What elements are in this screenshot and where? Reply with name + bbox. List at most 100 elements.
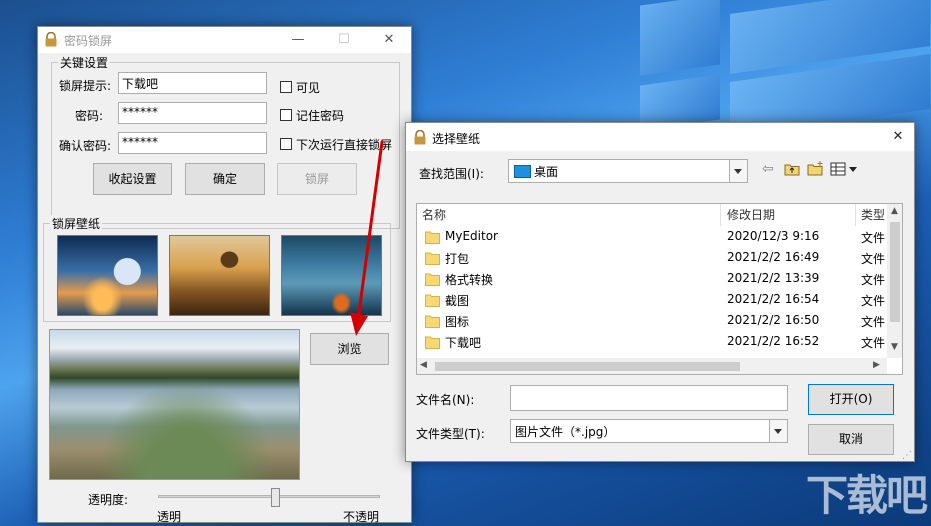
look-in-combobox[interactable]: 桌面 xyxy=(508,159,748,183)
file-date: 2021/2/2 16:54 xyxy=(727,292,820,306)
visible-label: 可见 xyxy=(296,81,321,95)
remember-password-checkbox[interactable] xyxy=(280,109,292,121)
wallpaper-thumbnail-tree[interactable] xyxy=(169,235,270,316)
opacity-max-label: 不透明 xyxy=(343,510,380,524)
lock-window-titlebar[interactable]: 密码锁屏 — ☐ ✕ xyxy=(38,27,411,53)
look-in-label: 查找范围(I): xyxy=(419,167,484,181)
folder-icon xyxy=(425,252,440,265)
opacity-slider-thumb[interactable] xyxy=(270,488,280,507)
file-name: 下载吧 xyxy=(445,336,482,350)
file-name: 打包 xyxy=(445,252,470,266)
wallpaper-pane xyxy=(640,0,720,76)
close-icon[interactable]: ✕ xyxy=(888,128,908,146)
file-row[interactable]: 图标 2021/2/2 16:50 文件 xyxy=(417,311,887,332)
maximize-button[interactable]: ☐ xyxy=(334,31,354,49)
scrollbar-thumb[interactable] xyxy=(435,362,740,371)
lock-icon xyxy=(45,32,57,47)
file-name-label: 文件名(N): xyxy=(416,393,475,407)
password-input[interactable]: ****** xyxy=(118,102,267,124)
column-divider xyxy=(855,204,856,226)
key-settings-title: 关键设置 xyxy=(58,54,111,71)
wallpaper-group-title: 锁屏壁纸 xyxy=(50,215,103,232)
lock-icon xyxy=(414,130,426,145)
opacity-slider-track[interactable] xyxy=(158,495,380,498)
file-row[interactable]: 打包 2021/2/2 16:49 文件 xyxy=(417,248,887,269)
sort-ascending-icon: ^ xyxy=(563,203,572,210)
file-row[interactable]: 下载吧 2021/2/2 16:52 文件 xyxy=(417,332,887,353)
file-row[interactable]: MyEditor 2020/12/3 9:16 文件 xyxy=(417,227,887,248)
column-header-name[interactable]: 名称 xyxy=(422,204,446,226)
file-date: 2021/2/2 16:50 xyxy=(727,313,820,327)
file-dialog: 选择壁纸 ✕ 查找范围(I): 桌面 ⇦ 名称 ^ 修改日期 类型 MyEdit… xyxy=(405,122,915,462)
annotation-arrow xyxy=(350,140,384,336)
file-date: 2020/12/3 9:16 xyxy=(727,229,820,243)
scroll-left-icon[interactable]: ◀ xyxy=(420,360,427,370)
new-folder-icon[interactable] xyxy=(807,161,824,176)
file-type: 文件 xyxy=(861,336,886,350)
file-date: 2021/2/2 16:52 xyxy=(727,334,820,348)
file-name-input[interactable] xyxy=(510,385,788,411)
folder-icon xyxy=(425,315,440,328)
folder-icon xyxy=(425,336,440,349)
scroll-down-icon[interactable]: ▼ xyxy=(891,342,898,352)
hint-label: 锁屏提示: xyxy=(59,79,112,93)
file-type-label: 文件类型(T): xyxy=(416,427,485,441)
file-date: 2021/2/2 13:39 xyxy=(727,271,820,285)
hint-input[interactable]: 下载吧 xyxy=(118,72,267,94)
file-type-value: 图片文件（*.jpg） xyxy=(515,425,616,439)
wallpaper-thumbnail-planet[interactable] xyxy=(57,235,158,316)
file-type: 文件 xyxy=(861,315,886,329)
file-row[interactable]: 格式转换 2021/2/2 13:39 文件 xyxy=(417,269,887,290)
column-divider xyxy=(720,204,721,226)
view-menu-icon[interactable] xyxy=(830,162,858,176)
confirm-password-input[interactable]: ****** xyxy=(118,132,267,154)
vertical-scrollbar[interactable]: ▲ ▼ xyxy=(887,204,902,358)
close-button[interactable]: ✕ xyxy=(379,31,399,49)
folder-icon xyxy=(425,231,440,244)
file-rows: MyEditor 2020/12/3 9:16 文件 打包 2021/2/2 1… xyxy=(417,227,887,357)
file-name: MyEditor xyxy=(445,229,498,243)
remember-password-label: 记住密码 xyxy=(296,109,345,123)
file-row[interactable]: 截图 2021/2/2 16:54 文件 xyxy=(417,290,887,311)
horizontal-scrollbar[interactable]: ◀ ▶ xyxy=(417,358,887,374)
cancel-button[interactable]: 取消 xyxy=(808,424,894,455)
back-arrow-icon[interactable]: ⇦ xyxy=(762,161,774,177)
password-label: 密码: xyxy=(75,109,104,123)
up-folder-icon[interactable] xyxy=(784,162,800,176)
scroll-right-icon[interactable]: ▶ xyxy=(873,360,880,370)
column-header-date[interactable]: 修改日期 xyxy=(727,204,775,226)
wallpaper-preview xyxy=(49,329,300,480)
collapse-settings-button[interactable]: 收起设置 xyxy=(93,163,172,195)
file-dialog-titlebar[interactable]: 选择壁纸 ✕ xyxy=(406,123,914,151)
file-date: 2021/2/2 16:49 xyxy=(727,250,820,264)
confirm-password-label: 确认密码: xyxy=(59,139,112,153)
file-dialog-title: 选择壁纸 xyxy=(432,132,481,146)
watermark: 下载吧 xyxy=(806,471,928,520)
look-in-value: 桌面 xyxy=(534,165,559,179)
file-type-combobox[interactable]: 图片文件（*.jpg） xyxy=(510,419,788,443)
lock-window-title: 密码锁屏 xyxy=(64,34,113,48)
ok-button[interactable]: 确定 xyxy=(185,163,265,195)
open-button[interactable]: 打开(O) xyxy=(808,384,894,415)
wallpaper-group: 锁屏壁纸 xyxy=(43,215,391,322)
scrollbar-thumb[interactable] xyxy=(890,222,900,322)
file-list[interactable]: 名称 ^ 修改日期 类型 MyEditor 2020/12/3 9:16 文件 … xyxy=(416,203,903,375)
file-type: 文件 xyxy=(861,294,886,308)
minimize-button[interactable]: — xyxy=(288,31,308,49)
folder-icon xyxy=(425,294,440,307)
column-header-type[interactable]: 类型 xyxy=(861,204,885,226)
file-name: 格式转换 xyxy=(445,273,494,287)
file-type: 文件 xyxy=(861,252,886,266)
opacity-label: 透明度: xyxy=(88,493,129,507)
file-name: 截图 xyxy=(445,294,470,308)
file-type: 文件 xyxy=(861,273,886,287)
resize-grip-icon[interactable]: ⋰ xyxy=(902,450,912,461)
desktop-icon xyxy=(514,165,531,178)
opacity-min-label: 透明 xyxy=(157,510,182,524)
chevron-down-icon[interactable] xyxy=(769,420,787,442)
folder-icon xyxy=(425,273,440,286)
visible-checkbox[interactable] xyxy=(280,81,292,93)
chevron-down-icon[interactable] xyxy=(729,160,747,182)
lock-on-next-run-checkbox[interactable] xyxy=(280,138,292,150)
scroll-up-icon[interactable]: ▲ xyxy=(891,206,898,216)
